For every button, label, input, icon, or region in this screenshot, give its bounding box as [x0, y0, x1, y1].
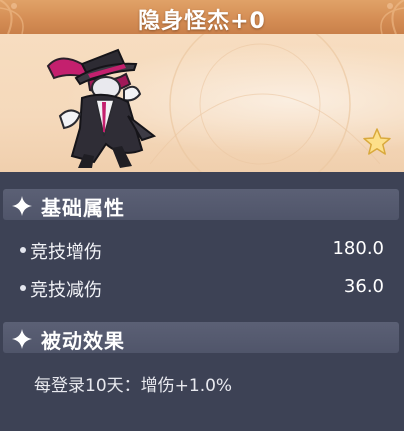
passive-effect-description: 每登录10天：增伤+1.0% — [34, 376, 233, 396]
bullet-icon — [20, 247, 26, 253]
stat-value: 36.0 — [343, 276, 384, 297]
stat-name: 竞技减伤 — [30, 280, 102, 301]
stat-row: 竞技增伤 180.0 — [20, 236, 384, 264]
sparkle-icon — [12, 329, 32, 349]
item-detail-card: 隐身怪杰+0 基础属性 竞技增伤 180.0 竞技减伤 36.0 被动效果 每登… — [0, 0, 404, 431]
passive-effect-header: 被动效果 — [3, 322, 399, 353]
stat-row: 竞技减伤 36.0 — [20, 274, 384, 302]
stat-name: 竞技增伤 — [30, 242, 102, 263]
basic-attributes-header: 基础属性 — [3, 189, 399, 220]
costume-character-illustration — [46, 48, 157, 168]
title-bar: 隐身怪杰+0 — [0, 0, 404, 34]
stat-value: 180.0 — [332, 238, 384, 259]
bullet-icon — [20, 285, 26, 291]
section-title: 基础属性 — [41, 196, 125, 220]
item-title: 隐身怪杰+0 — [138, 9, 266, 34]
sparkle-icon — [12, 196, 32, 216]
hero-banner — [0, 34, 404, 172]
star-icon — [363, 128, 391, 155]
section-title: 被动效果 — [41, 329, 125, 353]
